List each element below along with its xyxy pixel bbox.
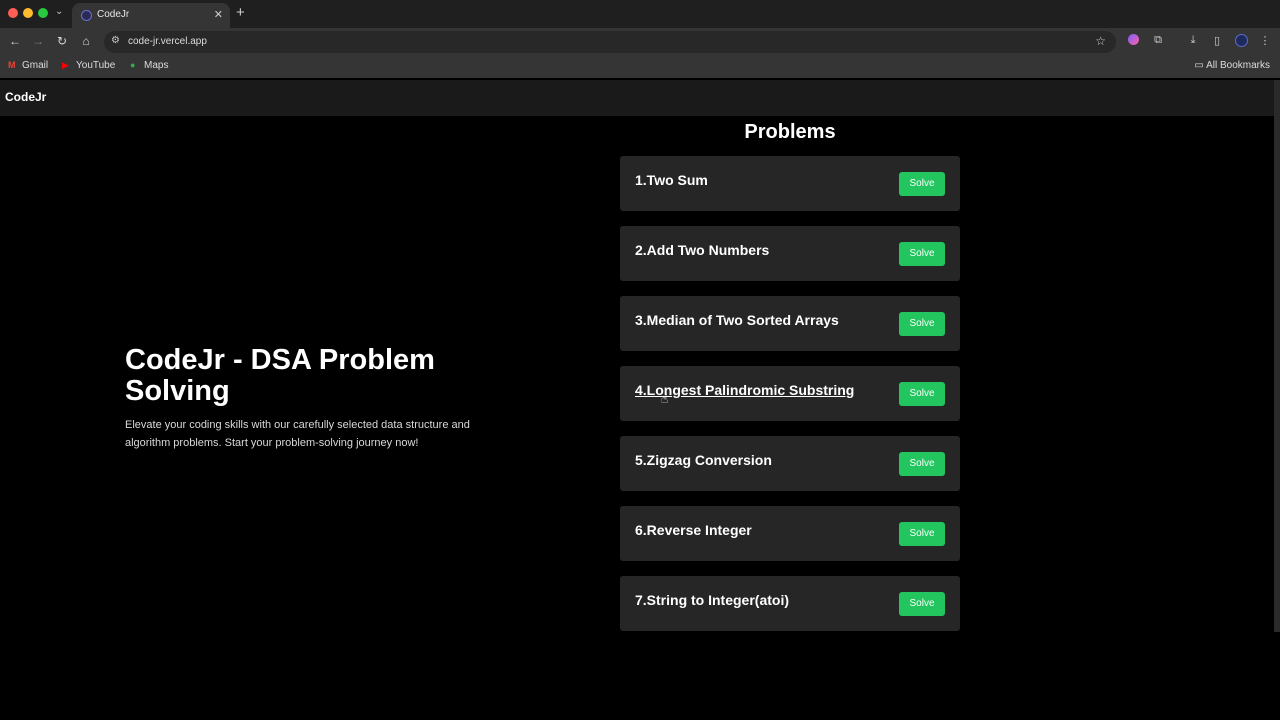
download-icon[interactable]: ⤓ (1185, 34, 1201, 47)
back-arrow-icon[interactable]: ← (7, 34, 23, 48)
profile-avatar-icon[interactable] (1233, 34, 1249, 50)
solve-button[interactable]: Solve (899, 382, 945, 406)
reload-icon[interactable]: ↻ (54, 34, 70, 48)
mouse-pointer-icon: ☝ (661, 392, 669, 406)
hero-description: Elevate your coding skills with our care… (125, 419, 470, 449)
page-scrollbar[interactable] (1274, 80, 1280, 632)
tab-title: CodeJr (97, 9, 130, 20)
bookmark-maps[interactable]: ● Maps (130, 60, 168, 71)
problem-card: 7.String to Integer(atoi) Solve (620, 576, 960, 631)
forward-arrow-icon[interactable]: → (30, 34, 46, 48)
bookmarks-bar: M Gmail ▶ YouTube ● Maps ▭ All Bookmarks (0, 56, 1280, 78)
solve-button[interactable]: Solve (899, 452, 945, 476)
page-content: CodeJr CodeJr - DSA Problem Solving Elev… (0, 80, 1280, 720)
problem-title[interactable]: 1.Two Sum (635, 172, 708, 188)
close-window-button[interactable] (8, 8, 18, 18)
bookmark-star-icon[interactable]: ☆ (1095, 34, 1106, 48)
home-icon[interactable]: ⌂ (78, 34, 94, 48)
problem-card: 3.Median of Two Sorted Arrays Solve (620, 296, 960, 351)
url-text[interactable]: code-jr.vercel.app (128, 36, 207, 47)
solve-button[interactable]: Solve (899, 172, 945, 196)
minimize-window-button[interactable] (23, 8, 33, 18)
gmail-icon: M (8, 60, 16, 70)
youtube-icon: ▶ (62, 60, 69, 70)
site-navbar: CodeJr (0, 80, 1280, 116)
solve-button[interactable]: Solve (899, 242, 945, 266)
browser-tab[interactable]: CodeJr ✕ (72, 3, 230, 28)
problem-card: 5.Zigzag Conversion Solve (620, 436, 960, 491)
solve-button[interactable]: Solve (899, 522, 945, 546)
problem-title[interactable]: 5.Zigzag Conversion (635, 452, 772, 468)
browser-tab-bar: ⌄ CodeJr ✕ + (0, 0, 1280, 28)
address-bar[interactable]: ⚙ code-jr.vercel.app ☆ (104, 31, 1116, 53)
site-info-icon[interactable]: ⚙ (111, 35, 120, 46)
problem-title[interactable]: 2.Add Two Numbers (635, 242, 769, 258)
solve-button[interactable]: Solve (899, 592, 945, 616)
folder-icon: ▭ (1194, 60, 1207, 71)
problem-card: 1.Two Sum Solve (620, 156, 960, 211)
problem-card: 4.Longest Palindromic Substring Solve (620, 366, 960, 421)
problem-card: 2.Add Two Numbers Solve (620, 226, 960, 281)
maximize-window-button[interactable] (38, 8, 48, 18)
problem-card: 6.Reverse Integer Solve (620, 506, 960, 561)
side-panel-icon[interactable]: ▯ (1209, 34, 1225, 47)
tab-search-chevron-icon[interactable]: ⌄ (55, 6, 63, 17)
problem-title[interactable]: 3.Median of Two Sorted Arrays (635, 312, 839, 328)
browser-toolbar: ← → ↻ ⌂ ⚙ code-jr.vercel.app ☆ ⧉ ⤓ ▯ ⋮ (0, 28, 1280, 56)
tab-close-icon[interactable]: ✕ (214, 8, 223, 21)
site-brand[interactable]: CodeJr (5, 90, 46, 104)
extensions-puzzle-icon[interactable]: ⧉ (1150, 34, 1166, 47)
bookmark-gmail[interactable]: M Gmail (8, 60, 48, 71)
new-tab-button[interactable]: + (236, 4, 245, 21)
problem-title[interactable]: 7.String to Integer(atoi) (635, 592, 789, 608)
all-bookmarks-button[interactable]: ▭ All Bookmarks (1194, 60, 1270, 71)
problems-heading: Problems (744, 121, 836, 143)
solve-button[interactable]: Solve (899, 312, 945, 336)
maps-pin-icon: ● (130, 60, 136, 70)
hero-title: CodeJr - DSA Problem Solving (125, 344, 435, 407)
problem-title[interactable]: 6.Reverse Integer (635, 522, 752, 538)
browser-menu-icon[interactable]: ⋮ (1257, 34, 1273, 47)
site-favicon-icon (81, 10, 92, 21)
bookmark-youtube[interactable]: ▶ YouTube (62, 60, 115, 71)
extension-icon[interactable] (1125, 34, 1141, 48)
